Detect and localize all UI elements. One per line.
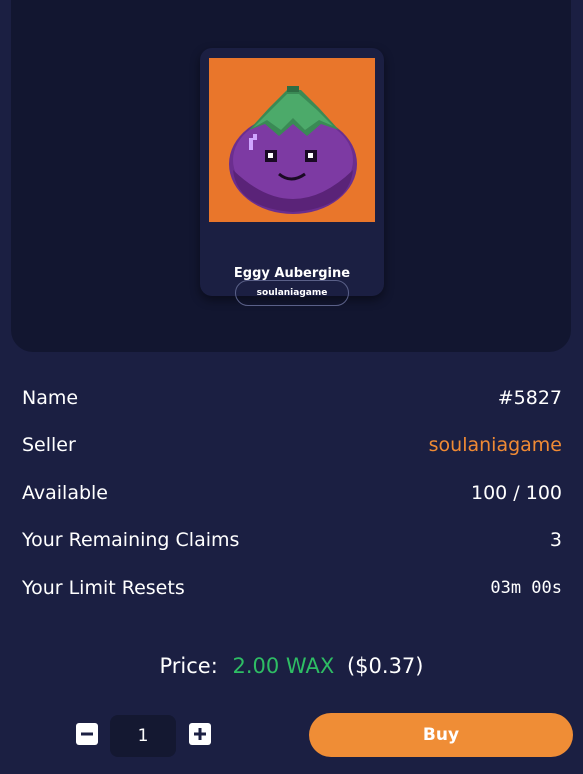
detail-row-name: Name #5827 — [22, 383, 562, 413]
price-value: 2.00 WAX — [232, 654, 335, 678]
resets-label: Your Limit Resets — [22, 577, 185, 599]
minus-icon[interactable] — [76, 723, 98, 745]
claims-label: Your Remaining Claims — [22, 529, 240, 551]
collection-badge[interactable]: soulaniagame — [235, 280, 349, 306]
available-value: 100 / 100 — [470, 482, 562, 504]
asset-image — [209, 58, 375, 222]
minus-icon-glyph — [81, 732, 93, 736]
detail-row-seller: Seller soulaniagame — [22, 430, 562, 460]
seller-link[interactable]: soulaniagame — [429, 434, 562, 456]
seller-label: Seller — [22, 434, 76, 456]
buy-button[interactable]: Buy — [309, 713, 573, 757]
price-usd: ($0.37) — [346, 654, 424, 678]
detail-row-claims: Your Remaining Claims 3 — [22, 525, 562, 555]
plus-icon[interactable] — [189, 723, 211, 745]
name-label: Name — [22, 387, 79, 409]
quantity-input[interactable] — [110, 715, 176, 757]
asset-card[interactable]: soulaniagame — [200, 48, 384, 306]
name-value: #5827 — [497, 387, 562, 409]
plus-icon-glyph — [194, 728, 206, 740]
detail-row-resets: Your Limit Resets 03m 00s — [22, 573, 562, 603]
asset-name: Eggy Aubergine — [233, 266, 351, 281]
detail-row-available: Available 100 / 100 — [22, 478, 562, 508]
price-line: Price: 2.00 WAX ($0.37) — [0, 654, 583, 678]
claims-value: 3 — [549, 529, 562, 551]
resets-countdown: 03m 00s — [490, 578, 562, 598]
eggplant-character-icon — [229, 86, 357, 214]
price-label: Price: — [159, 654, 218, 678]
available-label: Available — [22, 482, 109, 504]
